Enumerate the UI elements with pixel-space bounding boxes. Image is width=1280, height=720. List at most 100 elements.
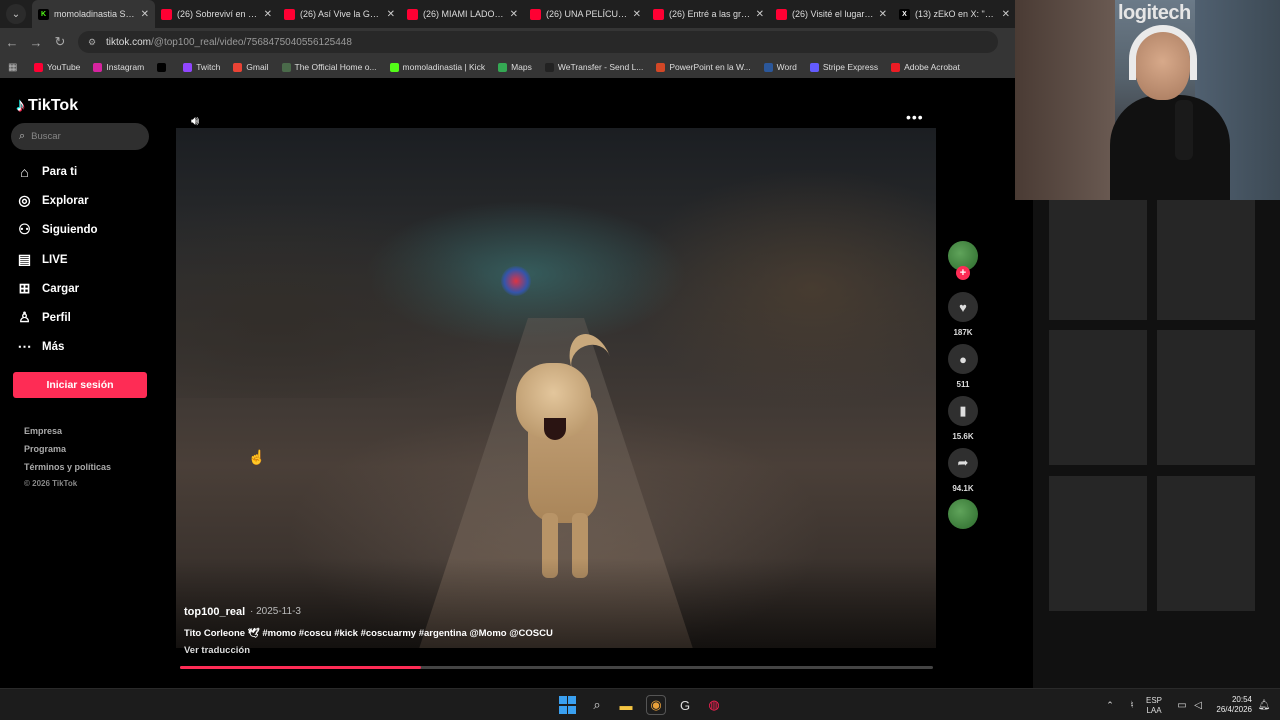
nav-para-ti[interactable]: ⌂ Para ti: [16, 163, 77, 180]
video-thumbnail[interactable]: [1157, 330, 1255, 465]
bookmark-item[interactable]: YouTube: [34, 62, 80, 72]
address-bar[interactable]: ⚙ tiktok.com/@top100_real/video/75684750…: [78, 31, 998, 53]
video-caption: Tito Corleone 🕊 #momo #coscu #kick #cosc…: [184, 628, 553, 639]
back-icon[interactable]: ←: [0, 35, 24, 50]
nav-explorar[interactable]: ◎ Explorar: [16, 192, 89, 209]
tab[interactable]: (26) UNA PELÍCULA D ✕: [524, 0, 647, 28]
tab-title: (26) Entré a las granja: [669, 9, 752, 19]
nav-label: Explorar: [42, 194, 89, 207]
video-thumbnail[interactable]: [1157, 476, 1255, 611]
close-tab-icon[interactable]: ✕: [1002, 9, 1010, 20]
bookmark-favicon-icon: [389, 62, 399, 72]
comment-button[interactable]: ●: [948, 344, 978, 374]
video-scene: [626, 168, 936, 408]
video-thumbnail[interactable]: [1049, 476, 1147, 611]
nav-cargar[interactable]: ⊞ Cargar: [16, 280, 79, 297]
forward-icon[interactable]: →: [24, 35, 48, 50]
reload-icon[interactable]: ↻: [48, 34, 72, 50]
bookmark-favicon-icon: [157, 62, 167, 72]
nav-live[interactable]: ▤ LIVE: [16, 251, 68, 268]
nav-perfil[interactable]: ♙ Perfil: [16, 309, 71, 326]
bookmark-item[interactable]: momoladinastia | Kick: [389, 62, 486, 72]
volume-tray-icon[interactable]: ◁: [1188, 695, 1208, 715]
lang-code: ESP: [1146, 696, 1163, 705]
close-tab-icon[interactable]: ✕: [756, 9, 764, 20]
bookmark-item[interactable]: Maps: [498, 62, 532, 72]
site-info-icon[interactable]: ⚙: [88, 37, 98, 47]
close-tab-icon[interactable]: ✕: [387, 9, 395, 20]
volume-icon[interactable]: 🔊︎: [191, 113, 199, 129]
tab[interactable]: (26) Visité el lugar má ✕: [770, 0, 893, 28]
bookmark-item[interactable]: Instagram: [93, 62, 144, 72]
nav-siguiendo[interactable]: ⚇ Siguiendo: [16, 221, 97, 238]
video-thumbnail[interactable]: [1157, 185, 1255, 320]
close-tab-icon[interactable]: ✕: [264, 9, 272, 20]
language-indicator[interactable]: ESP LAA: [1146, 696, 1162, 716]
tab[interactable]: X (13) zEkO en X: "FINA ✕: [893, 0, 1016, 28]
bookmark-item[interactable]: Adobe Acrobat: [891, 62, 960, 72]
close-tab-icon[interactable]: ✕: [633, 9, 641, 20]
tab[interactable]: (26) Entré a las granja ✕: [647, 0, 770, 28]
bookmark-item[interactable]: [157, 62, 170, 72]
close-tab-icon[interactable]: ✕: [510, 9, 518, 20]
chrome-icon[interactable]: ◉: [646, 695, 666, 715]
windows-start-icon[interactable]: [557, 695, 577, 715]
bookmark-label: Word: [776, 62, 797, 72]
app-icon[interactable]: ◍: [704, 695, 724, 715]
microphone-icon[interactable]: ♮: [1122, 695, 1142, 715]
profile-icon: ♙: [18, 309, 31, 325]
bookmark-item[interactable]: Gmail: [233, 62, 269, 72]
bookmark-item[interactable]: The Official Home o...: [281, 62, 377, 72]
video-thumbnail[interactable]: [1049, 330, 1147, 465]
bookmark-item[interactable]: Stripe Express: [809, 62, 878, 72]
tab[interactable]: (26) Sobreviví en un A ✕: [155, 0, 278, 28]
video-author[interactable]: top100_real: [184, 606, 245, 618]
video-options-icon[interactable]: •••: [906, 109, 924, 125]
sound-disc-avatar[interactable]: [948, 499, 978, 529]
nav-label: LIVE: [42, 253, 68, 266]
bookmark-item[interactable]: PowerPoint en la W...: [656, 62, 751, 72]
notifications-icon[interactable]: 🔔︎: [1254, 695, 1274, 715]
video-progress-fill: [180, 666, 421, 669]
nav-mas[interactable]: ⋯ Más: [16, 338, 65, 355]
bookmark-label: momoladinastia | Kick: [402, 62, 486, 72]
footer-link-terminos[interactable]: Términos y políticas: [24, 462, 111, 472]
tab-title: (26) UNA PELÍCULA D: [546, 9, 629, 19]
search-input[interactable]: [31, 131, 132, 142]
video-player[interactable]: [176, 128, 936, 648]
youtube-icon: [161, 8, 172, 20]
apps-grid-icon[interactable]: ▦: [8, 62, 22, 73]
taskbar-search-icon[interactable]: ⌕: [587, 695, 607, 715]
video-progress-bar[interactable]: [180, 666, 933, 669]
tab[interactable]: (26) Así Vive la Gente ✕: [278, 0, 401, 28]
search-box[interactable]: ⌕: [11, 123, 149, 150]
like-button[interactable]: ♥: [948, 292, 978, 322]
follow-plus-icon[interactable]: +: [956, 266, 970, 280]
system-clock[interactable]: 20:54 26/4/2026: [1210, 695, 1252, 715]
upload-icon: ⊞: [18, 280, 31, 296]
video-thumbnail[interactable]: [1049, 185, 1147, 320]
bookmark-item[interactable]: Twitch: [183, 62, 220, 72]
x-icon: X: [899, 8, 910, 20]
footer-link-empresa[interactable]: Empresa: [24, 426, 62, 436]
tiktok-logo[interactable]: ♪ TikTok: [16, 95, 78, 116]
save-button[interactable]: ▮: [948, 396, 978, 426]
bookmark-item[interactable]: WeTransfer - Send L...: [544, 62, 643, 72]
share-button[interactable]: ➦: [948, 448, 978, 478]
file-explorer-icon[interactable]: ▬: [616, 695, 636, 715]
g-hub-icon[interactable]: G: [675, 695, 695, 715]
bookmark-favicon-icon: [281, 62, 291, 72]
footer-link-programa[interactable]: Programa: [24, 444, 66, 454]
login-button[interactable]: Iniciar sesión: [13, 372, 147, 398]
bookmark-label: The Official Home o...: [294, 62, 377, 72]
tab-search-icon[interactable]: ⌄: [6, 4, 26, 24]
translate-link[interactable]: Ver traducción: [184, 645, 250, 656]
video-scene: [176, 198, 506, 398]
tray-chevron-icon[interactable]: ⌃: [1100, 695, 1120, 715]
close-tab-icon[interactable]: ✕: [879, 9, 887, 20]
close-tab-icon[interactable]: ✕: [141, 9, 149, 20]
bookmark-item[interactable]: Word: [763, 62, 797, 72]
tab-title: (26) MIAMI LADO B: L: [423, 9, 506, 19]
tab[interactable]: Kmomoladinastia Strea ✕: [32, 0, 155, 28]
tab[interactable]: (26) MIAMI LADO B: L ✕: [401, 0, 524, 28]
